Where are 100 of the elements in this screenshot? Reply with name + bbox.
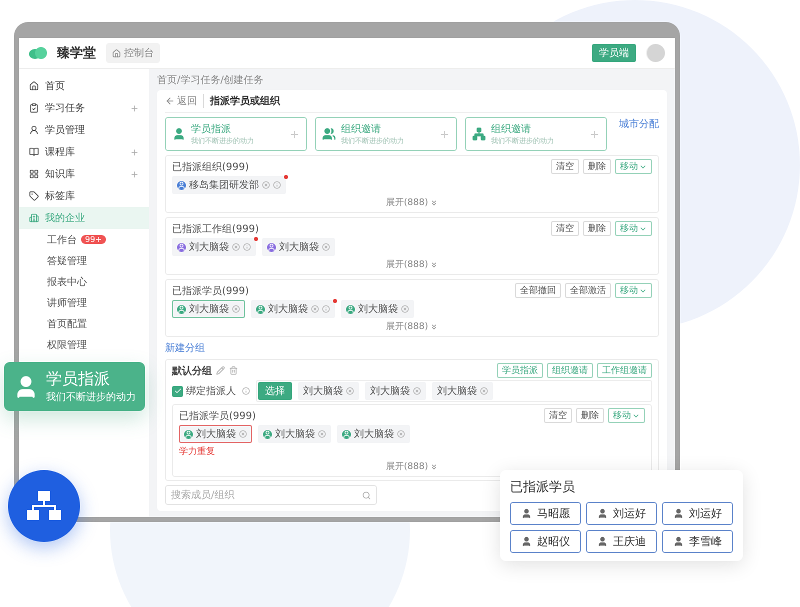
member-tag[interactable]: 刘大脑袋	[337, 425, 410, 443]
info-icon	[273, 181, 281, 189]
action-button[interactable]: 清空	[544, 408, 572, 423]
edit-icon[interactable]	[216, 366, 225, 375]
delete-icon[interactable]	[229, 366, 238, 375]
action-button[interactable]: 删除	[576, 408, 604, 423]
action-button[interactable]: 全部激活	[565, 283, 611, 298]
remove-icon[interactable]	[401, 305, 409, 313]
plus-icon	[289, 128, 300, 140]
user-avatar[interactable]	[646, 44, 665, 62]
member-tag[interactable]: 刘大脑袋	[341, 300, 414, 318]
remove-icon[interactable]	[322, 243, 330, 251]
new-group-link[interactable]: 新建分组	[165, 341, 659, 355]
sidebar-subitem[interactable]: 工作台 99+	[19, 229, 149, 250]
picker-field[interactable]: 选择 刘大脑袋 刘大脑袋 刘大脑袋	[256, 380, 652, 402]
action-button[interactable]: 全部撤回	[515, 283, 561, 298]
remove-icon[interactable]	[346, 387, 354, 395]
section-title: 已指派学员(999)	[172, 284, 250, 298]
sidebar-item[interactable]: 课程库	[19, 141, 149, 163]
menu-icon	[29, 147, 39, 157]
member-tag[interactable]: 刘大脑袋	[172, 300, 245, 318]
member-tag[interactable]: 刘大脑袋	[251, 300, 335, 318]
sidebar-item[interactable]: 知识库	[19, 163, 149, 185]
check-icon	[174, 387, 182, 395]
student-chip[interactable]: 赵昭仪	[510, 530, 581, 553]
section-title: 已指派工作组(999)	[172, 222, 260, 236]
member-tag[interactable]: 刘大脑袋	[262, 238, 335, 256]
picked-tag[interactable]: 刘大脑袋	[298, 382, 359, 400]
action-button[interactable]: 删除	[583, 159, 611, 174]
sidebar-label: 讲师管理	[47, 296, 87, 310]
picked-tag[interactable]: 刘大脑袋	[432, 382, 493, 400]
chevron-icon	[430, 322, 438, 330]
expand-link[interactable]: 展开(888)	[386, 320, 438, 333]
remove-icon[interactable]	[232, 305, 240, 313]
cloud-logo-icon	[29, 47, 47, 59]
checkbox-label[interactable]: 绑定指派人	[172, 384, 236, 398]
sidebar-item[interactable]: 首页	[19, 75, 149, 97]
action-button[interactable]: 清空	[551, 221, 579, 236]
city-link[interactable]: 城市分配	[619, 117, 659, 131]
sidebar-label: 标签库	[45, 190, 76, 203]
picked-tag[interactable]: 刘大脑袋	[365, 382, 426, 400]
remove-icon[interactable]	[232, 243, 240, 251]
remove-icon[interactable]	[318, 430, 326, 438]
card-title: 组织邀请	[491, 122, 532, 136]
student-chip[interactable]: 刘运好	[586, 502, 657, 525]
member-tag[interactable]: 移岛集团研发部	[172, 176, 286, 194]
app-logo-text: 臻学堂	[57, 45, 96, 62]
action-button[interactable]: 清空	[551, 159, 579, 174]
error-message: 学力重复	[179, 446, 216, 458]
member-tag[interactable]: 刘大脑袋	[179, 425, 252, 443]
sidebar-label: 首页配置	[47, 318, 87, 330]
remove-icon[interactable]	[480, 387, 488, 395]
sidebar-item[interactable]: 学习任务	[19, 97, 149, 119]
remove-icon[interactable]	[239, 430, 247, 438]
action-button[interactable]: 删除	[583, 221, 611, 236]
plus-icon	[439, 128, 450, 140]
sidebar-label: 报表中心	[47, 276, 87, 288]
tag-label: 刘大脑袋	[437, 384, 477, 398]
member-tag[interactable]: 刘大脑袋	[172, 238, 256, 256]
info-icon	[242, 387, 250, 395]
tag-label: 移岛集团研发部	[189, 178, 259, 192]
remove-icon[interactable]	[397, 430, 405, 438]
student-chip[interactable]: 刘运好	[662, 502, 733, 525]
sidebar-label: 权限管理	[47, 338, 87, 352]
popover-title: 已指派学员	[510, 479, 576, 496]
plus-icon	[589, 128, 600, 140]
tag-label: 刘大脑袋	[279, 240, 319, 254]
sidebar-item[interactable]: 标签库	[19, 185, 149, 207]
menu-icon	[29, 213, 39, 223]
page-title: 指派学员或组织	[203, 94, 280, 108]
menu-icon	[29, 169, 39, 179]
home-icon	[112, 48, 121, 58]
sidebar-subitem[interactable]: 权限管理	[19, 334, 149, 355]
sidebar-subitem[interactable]: 讲师管理	[19, 292, 149, 313]
member-tag[interactable]: 刘大脑袋	[258, 425, 331, 443]
remove-icon[interactable]	[413, 387, 421, 395]
sidebar-subitem[interactable]: 报表中心	[19, 271, 149, 292]
expand-link[interactable]: 展开(888)	[386, 196, 438, 209]
remove-icon[interactable]	[311, 305, 319, 313]
sidebar-subitem[interactable]: 首页配置	[19, 313, 149, 334]
sidebar-label: 学习任务	[45, 102, 86, 115]
info-icon	[243, 243, 251, 251]
sidebar-subitem[interactable]: 答疑管理	[19, 250, 149, 271]
expand-link[interactable]: 展开(888)	[386, 460, 438, 473]
card-title: 组织邀请	[341, 122, 382, 136]
tab-label: 控制台	[124, 46, 154, 60]
tag-label: 刘大脑袋	[370, 384, 410, 398]
section-title: 已指派学员(999)	[179, 410, 257, 422]
remove-icon[interactable]	[262, 181, 270, 189]
student-chip[interactable]: 王庆迪	[586, 530, 657, 553]
info-icon	[322, 305, 330, 313]
sidebar-item[interactable]: 学员管理	[19, 119, 149, 141]
card-title: 学员指派	[191, 122, 232, 136]
menu-icon	[29, 103, 39, 113]
student-chip[interactable]: 李雪峰	[662, 530, 733, 553]
student-chip[interactable]: 马昭愿	[510, 502, 581, 525]
checkbox[interactable]	[172, 386, 183, 396]
expand-link[interactable]: 展开(888)	[386, 258, 438, 271]
menu-icon	[29, 191, 39, 201]
back-link[interactable]: 返回	[165, 94, 197, 108]
